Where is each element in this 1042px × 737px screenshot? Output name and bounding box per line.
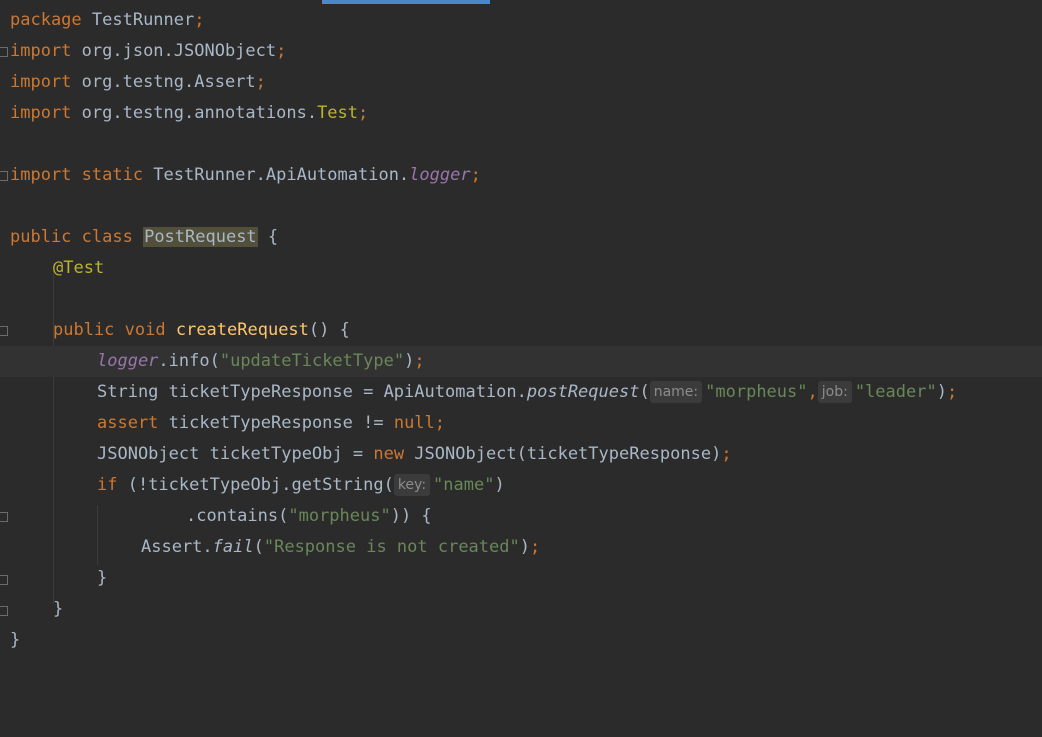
active-tab-indicator <box>322 0 490 4</box>
code-text: ) <box>936 382 947 402</box>
code-line: import org.json.JSONObject; <box>0 36 1042 67</box>
code-line: } <box>0 594 1042 625</box>
string-literal: "morpheus" <box>705 382 808 402</box>
string-literal: "name" <box>433 475 495 495</box>
annotation-name: Test <box>317 103 359 123</box>
code-line: public void createRequest() { <box>0 315 1042 346</box>
code-text: ticketTypeResponse != <box>158 413 394 433</box>
code-line: import org.testng.Assert; <box>0 67 1042 98</box>
semicolon: ; <box>721 444 732 464</box>
static-field: logger <box>409 165 471 185</box>
static-method-call: fail <box>212 537 254 557</box>
comma: , <box>807 382 818 402</box>
parameter-hint: key: <box>393 474 431 496</box>
static-method-call: postRequest <box>526 382 640 402</box>
code-text: TestRunner.ApiAutomation. <box>143 165 410 185</box>
code-text: { <box>257 227 279 247</box>
code-text: () { <box>308 320 350 340</box>
static-field: logger <box>97 351 159 371</box>
code-line: assert ticketTypeResponse != null; <box>0 408 1042 439</box>
code-text: ) <box>404 351 415 371</box>
code-line: String ticketTypeResponse = ApiAutomatio… <box>0 377 1042 408</box>
keyword: assert <box>97 413 159 433</box>
keyword: if <box>97 475 118 495</box>
code-line: if (!ticketTypeObj.getString(key: "name") <box>0 470 1042 501</box>
code-line: } <box>0 563 1042 594</box>
class-name-highlight[interactable]: PostRequest <box>143 227 258 247</box>
code-text: Assert. <box>141 537 213 557</box>
code-line: import org.testng.annotations.Test; <box>0 98 1042 129</box>
code-line: package TestRunner; <box>0 5 1042 36</box>
semicolon: ; <box>194 10 205 30</box>
parameter-hint: name: <box>649 381 703 403</box>
semicolon: ; <box>434 413 446 433</box>
code-text: JSONObject ticketTypeObj = <box>97 444 374 464</box>
code-text: ( <box>639 382 650 402</box>
code-line: JSONObject ticketTypeObj = new JSONObjec… <box>0 439 1042 470</box>
annotation: @Test <box>53 258 105 278</box>
closing-brace: } <box>10 630 21 650</box>
string-literal: "leader" <box>854 382 937 402</box>
semicolon: ; <box>276 41 287 61</box>
code-text: org.testng.annotations. <box>71 103 318 123</box>
current-line: logger.info("updateTicketType"); <box>0 346 1042 377</box>
keyword: import <box>10 103 72 123</box>
code-line: } <box>0 625 1042 656</box>
code-text: org.testng.Assert <box>71 72 256 92</box>
code-line: @Test <box>0 253 1042 284</box>
keyword: import <box>10 41 72 61</box>
keyword: import <box>10 72 72 92</box>
code-line: Assert.fail("Response is not created"); <box>0 532 1042 563</box>
code-line: import static TestRunner.ApiAutomation.l… <box>0 160 1042 191</box>
code-text: String ticketTypeResponse = ApiAutomatio… <box>97 382 527 402</box>
code-text: ( <box>253 537 264 557</box>
semicolon: ; <box>946 382 958 402</box>
code-line: public class PostRequest { <box>0 222 1042 253</box>
code-text: JSONObject(ticketTypeResponse) <box>404 444 722 464</box>
semicolon: ; <box>414 351 425 371</box>
code-text: ) <box>519 537 530 557</box>
code-text: org.json.JSONObject <box>71 41 277 61</box>
string-literal: "morpheus" <box>288 506 391 526</box>
code-editor[interactable]: package TestRunner; import org.json.JSON… <box>0 5 1042 737</box>
code-text: ) <box>494 475 505 495</box>
code-text: .contains( <box>186 506 289 526</box>
semicolon: ; <box>255 72 266 92</box>
keyword: public void <box>53 320 166 340</box>
keyword: import static <box>10 165 144 185</box>
code-text: TestRunner <box>81 10 195 30</box>
string-literal: "updateTicketType" <box>219 351 405 371</box>
semicolon: ; <box>358 103 369 123</box>
keyword: package <box>10 10 82 30</box>
code-text: .info( <box>158 351 220 371</box>
string-literal: "Response is not created" <box>263 537 520 557</box>
semicolon: ; <box>529 537 541 557</box>
code-text: )) { <box>390 506 432 526</box>
closing-brace: } <box>53 599 64 619</box>
code-text: (!ticketTypeObj.getString( <box>117 475 394 495</box>
keyword: public class <box>10 227 133 247</box>
keyword: new <box>373 444 405 464</box>
semicolon: ; <box>470 165 481 185</box>
method-name: createRequest <box>175 320 309 340</box>
code-line: .contains("morpheus")) { <box>0 501 1042 532</box>
parameter-hint: job: <box>817 381 852 403</box>
keyword: null <box>393 413 435 433</box>
closing-brace: } <box>97 568 108 588</box>
